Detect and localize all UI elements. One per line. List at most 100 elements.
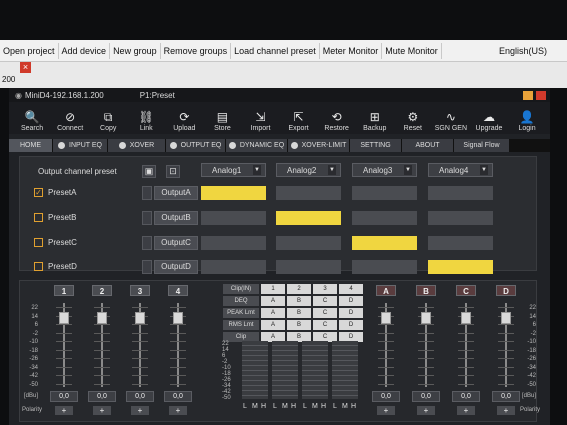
upload-button[interactable]: ⟳ Upload — [165, 110, 203, 132]
channel-3-button[interactable]: 3 — [130, 285, 150, 296]
preset-checkbox[interactable] — [34, 262, 43, 271]
preset-checkbox[interactable]: ✓ — [34, 188, 43, 197]
routing-cell[interactable] — [201, 186, 266, 200]
menu-item[interactable]: Open project — [0, 42, 59, 59]
polarity-button[interactable]: + — [169, 406, 187, 415]
routing-cell[interactable] — [276, 211, 341, 225]
fader-value[interactable]: 0,0 — [126, 391, 154, 402]
fader-handle[interactable] — [461, 312, 471, 324]
tab-input-eq[interactable]: INPUT EQ — [53, 139, 108, 152]
routing-cell[interactable] — [201, 236, 266, 250]
routing-cell[interactable] — [276, 260, 341, 274]
polarity-button[interactable]: + — [417, 406, 435, 415]
polarity-button[interactable]: + — [457, 406, 475, 415]
export-button[interactable]: ⇱ Export — [280, 110, 318, 132]
language-selector[interactable]: English(US) — [491, 46, 567, 56]
polarity-button[interactable]: + — [131, 406, 149, 415]
preset-slot-button[interactable] — [142, 236, 152, 250]
routing-cell[interactable] — [276, 236, 341, 250]
output-button[interactable]: OutputC — [154, 236, 198, 250]
routing-cell[interactable] — [352, 236, 417, 250]
tab-dynamic-eq[interactable]: DYNAMIC EQ — [226, 139, 288, 152]
preset-slot-button[interactable] — [142, 211, 152, 225]
routing-cell[interactable] — [428, 186, 493, 200]
polarity-button[interactable]: + — [497, 406, 515, 415]
routing-cell[interactable] — [428, 211, 493, 225]
tab-xover[interactable]: XOVER — [108, 139, 166, 152]
output-button[interactable]: OutputD — [154, 260, 198, 274]
fader-handle[interactable] — [173, 312, 183, 324]
tab-setting[interactable]: SETTING — [350, 139, 402, 152]
channel-C-button[interactable]: C — [456, 285, 476, 296]
channel-1-button[interactable]: 1 — [54, 285, 74, 296]
tab-about[interactable]: ABOUT — [402, 139, 454, 152]
login-button[interactable]: 👤 Login — [508, 110, 546, 132]
output-button[interactable]: OutputB — [154, 211, 198, 225]
fader-handle[interactable] — [421, 312, 431, 324]
channel-2-button[interactable]: 2 — [92, 285, 112, 296]
output-button[interactable]: OutputA — [154, 186, 198, 200]
sgn-gen-button[interactable]: ∿ SGN GEN — [432, 110, 470, 132]
upgrade-button[interactable]: ☁ Upgrade — [470, 110, 508, 132]
input-select-4[interactable]: Analog4 ▼ — [428, 163, 493, 177]
copy-button[interactable]: ⧉ Copy — [89, 110, 127, 132]
fader-value[interactable]: 0,0 — [452, 391, 480, 402]
close-icon[interactable]: × — [20, 62, 31, 73]
fader-handle[interactable] — [135, 312, 145, 324]
channel-B-button[interactable]: B — [416, 285, 436, 296]
polarity-button[interactable]: + — [93, 406, 111, 415]
fader-handle[interactable] — [97, 312, 107, 324]
preset-checkbox[interactable] — [34, 238, 43, 247]
routing-cell[interactable] — [352, 211, 417, 225]
polarity-button[interactable]: + — [55, 406, 73, 415]
fader-value[interactable]: 0,0 — [412, 391, 440, 402]
restore-button[interactable]: ⟲ Restore — [318, 110, 356, 132]
preset-slot-button[interactable] — [142, 186, 152, 200]
menu-item[interactable]: Mute Monitor — [382, 42, 442, 59]
link-button[interactable]: ⛓ Link — [127, 110, 165, 132]
channel-D-button[interactable]: D — [496, 285, 516, 296]
backup-button[interactable]: ⊞ Backup — [356, 110, 394, 132]
search-button[interactable]: 🔍 Search — [13, 110, 51, 132]
polarity-button[interactable]: + — [377, 406, 395, 415]
channel-A-button[interactable]: A — [376, 285, 396, 296]
fader-value[interactable]: 0,0 — [88, 391, 116, 402]
fader-handle[interactable] — [501, 312, 511, 324]
tab-xover-limit[interactable]: XOVER-LIMIT — [288, 139, 350, 152]
channel-4-button[interactable]: 4 — [168, 285, 188, 296]
fader-handle[interactable] — [59, 312, 69, 324]
routing-cell[interactable] — [201, 260, 266, 274]
minimize-button[interactable] — [523, 90, 533, 100]
preset-slot-button[interactable] — [142, 260, 152, 274]
routing-cell[interactable] — [428, 236, 493, 250]
fader-value[interactable]: 0,0 — [164, 391, 192, 402]
load-preset-icon[interactable]: ▣ — [142, 165, 156, 178]
input-select-1[interactable]: Analog1 ▼ — [201, 163, 266, 177]
tab-output-eq[interactable]: OUTPUT EQ — [166, 139, 226, 152]
folder-icon[interactable]: ⊡ — [166, 165, 180, 178]
menu-item[interactable]: Remove groups — [161, 42, 232, 59]
close-button[interactable] — [536, 90, 546, 100]
fader-handle[interactable] — [381, 312, 391, 324]
tab-signal-flow[interactable]: Signal Flow — [454, 139, 510, 152]
menu-item[interactable]: Add device — [59, 42, 111, 59]
menu-item[interactable]: Meter Monitor — [320, 42, 383, 59]
fader-value[interactable]: 0,0 — [372, 391, 400, 402]
tab-home[interactable]: HOME — [9, 139, 53, 152]
menu-item[interactable]: Load channel preset — [231, 42, 320, 59]
store-button[interactable]: ▤ Store — [203, 110, 241, 132]
input-select-2[interactable]: Analog2 ▼ — [276, 163, 341, 177]
routing-cell[interactable] — [201, 211, 266, 225]
routing-cell[interactable] — [428, 260, 493, 274]
fader-value[interactable]: 0,0 — [50, 391, 78, 402]
fader-value[interactable]: 0,0 — [492, 391, 520, 402]
input-select-3[interactable]: Analog3 ▼ — [352, 163, 417, 177]
routing-cell[interactable] — [276, 186, 341, 200]
import-button[interactable]: ⇲ Import — [241, 110, 279, 132]
routing-cell[interactable] — [352, 260, 417, 274]
reset-button[interactable]: ⚙ Reset — [394, 110, 432, 132]
preset-checkbox[interactable] — [34, 213, 43, 222]
menu-item[interactable]: New group — [110, 42, 161, 59]
routing-cell[interactable] — [352, 186, 417, 200]
connect-button[interactable]: ⊘ Connect — [51, 110, 89, 132]
